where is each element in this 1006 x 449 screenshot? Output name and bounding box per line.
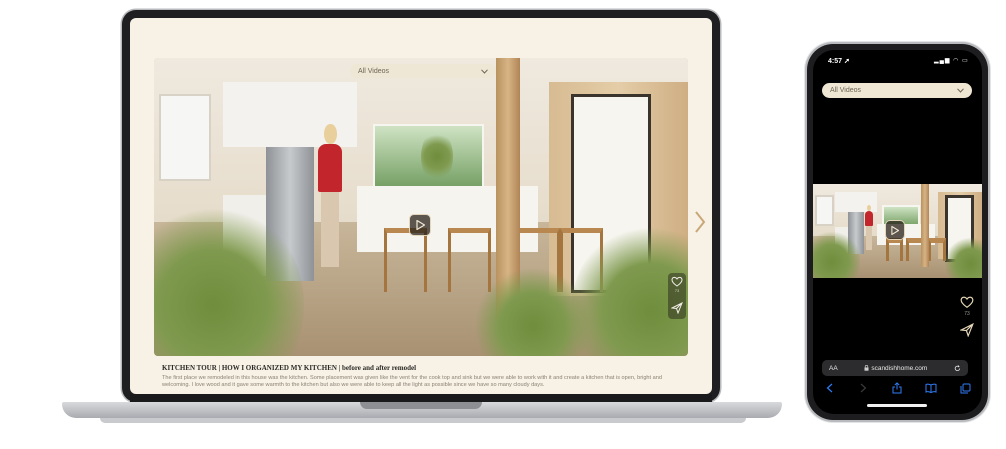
send-icon[interactable]	[671, 302, 683, 314]
url-domain: scandishhome.com	[871, 364, 928, 372]
laptop-video-player[interactable]	[154, 58, 688, 356]
play-icon	[415, 220, 425, 230]
home-indicator[interactable]	[867, 404, 927, 407]
dropdown-label: All Videos	[358, 67, 390, 75]
reload-icon[interactable]	[954, 364, 961, 372]
bookmarks-icon[interactable]	[925, 382, 937, 394]
share-icon[interactable]	[891, 382, 903, 394]
lock-icon	[864, 365, 869, 371]
video-title: KITCHEN TOUR | HOW I ORGANIZED MY KITCHE…	[162, 364, 417, 372]
forward-icon[interactable]	[858, 382, 870, 394]
video-description: The first place we remodeled in this hou…	[162, 375, 662, 389]
back-icon[interactable]	[824, 382, 836, 394]
laptop-opening-notch	[360, 402, 482, 409]
play-icon	[891, 225, 899, 235]
address-bar[interactable]: AA scandishhome.com	[822, 360, 968, 376]
send-icon[interactable]	[960, 323, 974, 337]
heart-icon[interactable]	[671, 276, 683, 287]
play-button[interactable]	[409, 214, 431, 236]
all-videos-dropdown[interactable]: All Videos	[350, 64, 496, 78]
browser-toolbar	[813, 380, 982, 396]
phone-all-videos-dropdown[interactable]: All Videos	[822, 83, 972, 98]
status-time: 4:57 ➚	[828, 58, 850, 65]
text-size-button[interactable]: AA	[829, 365, 838, 372]
status-icons: ▂▄▆ ◠ ▭	[934, 58, 969, 64]
video-action-rail: 73	[668, 273, 686, 319]
next-video-button[interactable]	[692, 210, 708, 238]
chevron-down-icon	[481, 68, 488, 74]
like-count: 73	[964, 311, 970, 317]
tabs-icon[interactable]	[959, 382, 971, 394]
phone-play-button[interactable]	[885, 220, 905, 240]
laptop-bezel	[130, 394, 712, 402]
laptop-shadow	[100, 418, 746, 423]
chevron-down-icon	[957, 88, 964, 93]
dropdown-label: All Videos	[830, 87, 862, 94]
like-count: 73	[674, 288, 680, 293]
chevron-right-icon	[695, 211, 706, 233]
heart-icon[interactable]	[960, 295, 974, 309]
